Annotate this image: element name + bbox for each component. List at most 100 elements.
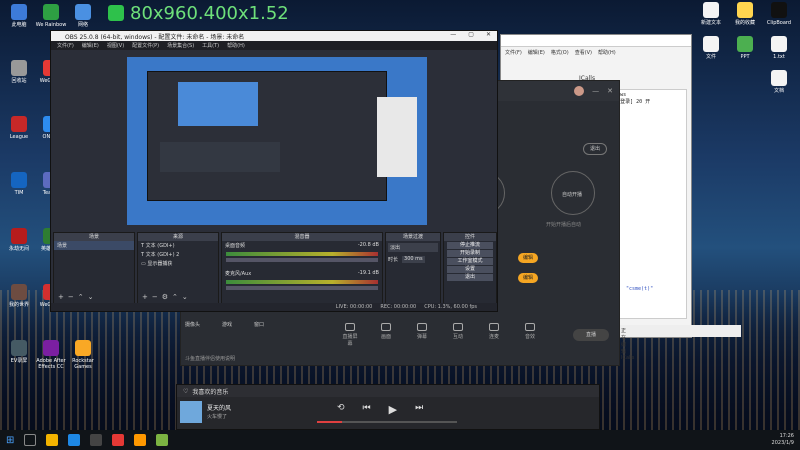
obs-preview[interactable]: [127, 57, 427, 225]
menu-tools[interactable]: 工具(T): [202, 42, 219, 49]
app-icon: [75, 340, 91, 356]
desktop-icon-label: 新建文本: [700, 20, 721, 26]
sidebar-item-window[interactable]: 窗口: [254, 321, 264, 328]
desktop-icon-label: 网络: [77, 22, 88, 28]
notepad-taskbar-icon[interactable]: [156, 434, 169, 446]
desktop-icon[interactable]: League: [2, 116, 36, 140]
scene-item[interactable]: 场景: [54, 241, 134, 250]
menu-help[interactable]: 帮助(H): [227, 42, 245, 49]
source-item[interactable]: ▭ 显示器捕获: [138, 259, 218, 268]
desktop-icon[interactable]: Rockstar Games: [66, 340, 100, 370]
menu-file[interactable]: 文件(F): [57, 42, 74, 49]
album-cover[interactable]: [180, 401, 202, 423]
edit-button[interactable]: 编辑: [518, 253, 538, 263]
desktop-icon[interactable]: We Rainbow: [34, 4, 68, 28]
source-item[interactable]: T 文本 (GDI+): [138, 241, 218, 250]
controls-header: 控件: [444, 233, 496, 241]
overlay-text: 80x960.400x1.52: [130, 2, 289, 24]
minimize-icon[interactable]: —: [592, 87, 599, 95]
next-icon[interactable]: ⏭: [415, 403, 423, 416]
exit-button[interactable]: 退出: [447, 274, 493, 281]
desktop-icon-label: League: [9, 134, 29, 140]
start-recording-button[interactable]: 开始录制: [447, 250, 493, 257]
desktop-icon[interactable]: 1.txt: [762, 36, 796, 60]
source-item[interactable]: T 文本 (GDI+) 2: [138, 250, 218, 259]
stop-streaming-button[interactable]: 停止推流: [447, 242, 493, 249]
desktop-icon[interactable]: 新建文本: [694, 2, 728, 26]
menu-item[interactable]: 编辑(E): [528, 49, 545, 56]
obs-window[interactable]: OBS 25.0.8 (64-bit, windows) - 配置文件: 未命名…: [50, 30, 498, 312]
menu-scene-collection[interactable]: 场景集合(S): [167, 42, 194, 49]
menu-edit[interactable]: 编辑(E): [82, 42, 99, 49]
music-header-label: 我喜欢的音乐: [192, 388, 229, 396]
sidebar-item-camera[interactable]: 摄像头: [185, 321, 200, 328]
menu-view[interactable]: 视图(V): [107, 42, 124, 49]
app-icon: [11, 340, 27, 356]
transition-select[interactable]: 淡出: [388, 243, 438, 252]
menu-item[interactable]: 查看(V): [575, 49, 592, 56]
live-taskbar-icon[interactable]: [134, 434, 147, 446]
studio-mode-button[interactable]: 工作室模式: [447, 258, 493, 265]
maximize-icon[interactable]: ▢: [468, 31, 474, 38]
desktop-icon[interactable]: 我的收藏: [728, 2, 762, 26]
desktop-icon[interactable]: 此电脑: [2, 4, 36, 28]
desktop-icon[interactable]: 网络: [66, 4, 100, 28]
tool-button[interactable]: 弹幕: [413, 323, 431, 347]
edit-button[interactable]: 编辑: [518, 273, 538, 283]
sidebar-item-game[interactable]: 游戏: [222, 321, 232, 328]
scenes-dock: 场景 场景 +−⌃⌄: [53, 232, 135, 304]
go-live-button[interactable]: 直播: [573, 329, 609, 341]
menu-item[interactable]: 帮助(H): [598, 49, 616, 56]
menu-profile[interactable]: 配置文件(P): [132, 42, 159, 49]
desktop-icon[interactable]: 永劫无间: [2, 228, 36, 252]
settings-button[interactable]: 设置: [447, 266, 493, 273]
scene-toolbar[interactable]: +−⌃⌄: [58, 293, 97, 301]
menu-item[interactable]: 文件(F): [505, 49, 522, 56]
progress-track[interactable]: [317, 421, 457, 423]
notepad-titlebar[interactable]: [501, 35, 691, 47]
desktop-icon[interactable]: 文件: [694, 36, 728, 60]
live-toolbar: 直播屏幕 画面 弹幕 互动 连麦 音效: [341, 323, 539, 347]
desktop-icon[interactable]: PPT: [728, 36, 762, 60]
tool-button[interactable]: 连麦: [485, 323, 503, 347]
status-text: "csme(t)": [626, 286, 654, 292]
heart-icon[interactable]: ♡: [183, 388, 188, 395]
close-icon[interactable]: ✕: [607, 87, 613, 95]
obs-titlebar[interactable]: OBS 25.0.8 (64-bit, windows) - 配置文件: 未命名…: [51, 31, 497, 41]
music-taskbar-icon[interactable]: [112, 434, 125, 446]
desktop-icon[interactable]: 文档: [762, 70, 796, 94]
duration-input[interactable]: 300 ms: [402, 256, 425, 263]
repeat-icon[interactable]: ⟲: [337, 403, 345, 416]
tool-button[interactable]: 互动: [449, 323, 467, 347]
controls-dock: 控件 停止推流 开始录制 工作室模式 设置 退出: [443, 232, 497, 304]
avatar[interactable]: [574, 86, 585, 96]
track-title: 夏天的风: [207, 405, 232, 412]
live-footer[interactable]: 斗鱼直播伴侣使用说明: [185, 355, 235, 362]
exit-button[interactable]: 退出: [583, 143, 607, 155]
desktop-icon[interactable]: 回收站: [2, 60, 36, 84]
search-icon[interactable]: [24, 434, 37, 446]
volume-slider[interactable]: [226, 258, 378, 262]
play-icon[interactable]: ▶: [389, 403, 397, 416]
obs-taskbar-icon[interactable]: [90, 434, 103, 446]
browser-icon[interactable]: [68, 434, 81, 446]
duration-label: 时长: [388, 257, 399, 263]
desktop-icon[interactable]: TIM: [2, 172, 36, 196]
minimize-icon[interactable]: —: [450, 31, 456, 38]
source-toolbar[interactable]: +−⚙⌃⌄: [142, 293, 192, 301]
tool-button[interactable]: 直播屏幕: [341, 323, 359, 347]
explorer-icon[interactable]: [46, 434, 59, 446]
windows-start-icon[interactable]: ⊞: [6, 435, 14, 446]
desktop-icon[interactable]: EV录屏: [2, 340, 36, 364]
desktop-icon[interactable]: Adobe After Effects CC: [34, 340, 68, 370]
close-icon[interactable]: ✕: [486, 31, 491, 38]
system-clock[interactable]: 17:26 2023/1/9: [772, 433, 794, 447]
desktop-icon[interactable]: 我的世界: [2, 284, 36, 308]
volume-slider[interactable]: [226, 286, 378, 290]
prev-icon[interactable]: ⏮: [363, 403, 371, 416]
tool-button[interactable]: 音效: [521, 323, 539, 347]
desktop-icon[interactable]: ClipBoard: [762, 2, 796, 26]
menu-item[interactable]: 格式(O): [551, 49, 569, 56]
tool-button[interactable]: 画面: [377, 323, 395, 347]
music-player[interactable]: ♡ 我喜欢的音乐 夏天的风 火车慢了 ⟲ ⏮ ▶ ⏭: [176, 384, 600, 430]
